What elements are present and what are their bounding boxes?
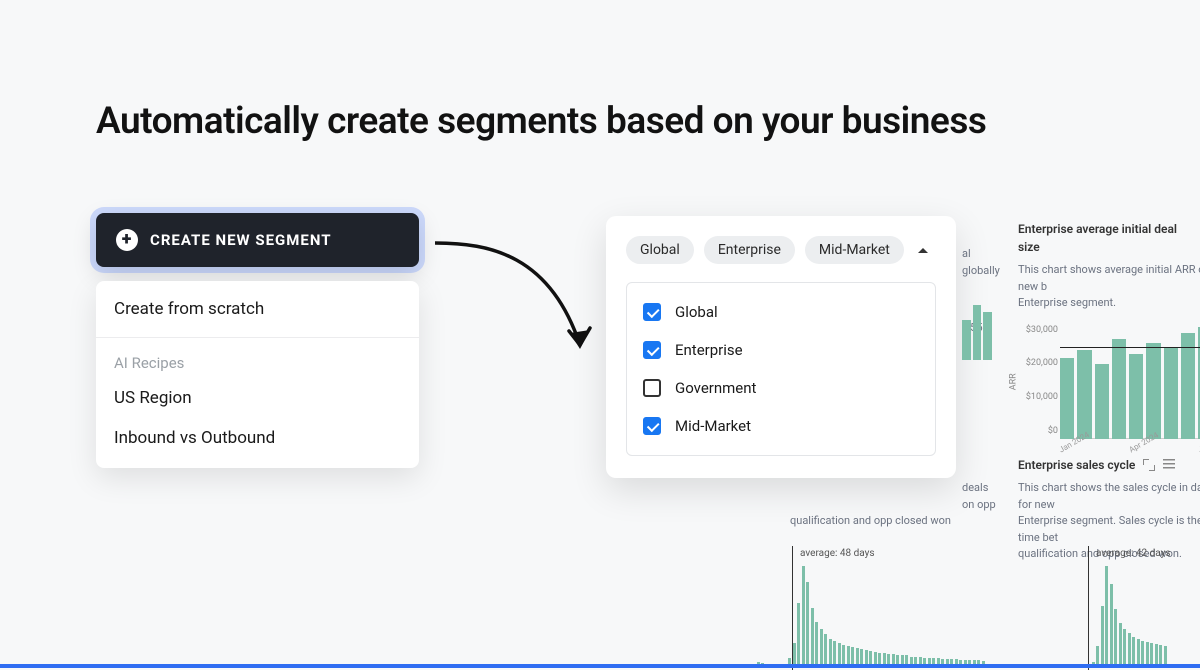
create-from-scratch-item[interactable]: Create from scratch (96, 281, 419, 337)
bg-bars-peek (962, 305, 992, 360)
option-enterprise[interactable]: Enterprise (627, 331, 935, 369)
bg-fragment: qualification and opp closed won (790, 513, 951, 530)
recipe-inbound-outbound[interactable]: Inbound vs Outbound (96, 418, 419, 468)
chip-global[interactable]: Global (626, 236, 694, 264)
avg-label: average: 42 days (1096, 548, 1171, 559)
checkbox-government[interactable] (643, 379, 661, 397)
option-label: Mid-Market (675, 417, 751, 435)
create-new-segment-button[interactable]: + CREATE NEW SEGMENT (96, 213, 419, 267)
card-sales-cycle: Enterprise sales cycle This chart shows … (1018, 456, 1200, 563)
option-government[interactable]: Government (627, 369, 935, 407)
option-label: Enterprise (675, 341, 743, 359)
create-menu: Create from scratch AI Recipes US Region… (96, 281, 419, 468)
segment-create-panel: + CREATE NEW SEGMENT Create from scratch… (96, 213, 419, 468)
chip-mid-market[interactable]: Mid-Market (805, 236, 904, 264)
expand-icon[interactable] (1143, 459, 1155, 471)
card-deal-size: Enterprise average initial deal size Thi… (1018, 220, 1200, 439)
card-desc: Enterprise segment. Sales cycle is the t… (1018, 513, 1200, 546)
deal-size-chart: ARR $30,000 $20,000 $10,000 $0 ave Jan 2… (1060, 324, 1200, 439)
bars-icon[interactable] (1163, 459, 1175, 471)
card-title: Enterprise average initial deal size (1018, 220, 1198, 256)
option-label: Global (675, 303, 718, 321)
card-desc: This chart shows the sales cycle in days… (1018, 480, 1200, 513)
arrow-icon (430, 225, 610, 385)
chip-enterprise[interactable]: Enterprise (704, 236, 795, 264)
page-title: Automatically create segments based on y… (96, 100, 986, 143)
footer-accent (0, 664, 1200, 668)
checkbox-global[interactable] (643, 303, 661, 321)
card-title: Enterprise sales cycle (1018, 456, 1135, 474)
card-desc: This chart shows average initial ARR of … (1018, 262, 1200, 295)
ai-recipes-label: AI Recipes (96, 338, 419, 378)
sales-cycle-chart-left: average: 48 days (752, 566, 1004, 666)
option-label: Government (675, 379, 756, 397)
chevron-up-icon[interactable] (918, 248, 928, 253)
recipe-us-region[interactable]: US Region (96, 378, 419, 418)
chip-row: Global Enterprise Mid-Market (626, 236, 936, 264)
option-global[interactable]: Global (627, 293, 935, 331)
bg-fragment: deals (962, 480, 1002, 497)
filter-options: Global Enterprise Government Mid-Market (626, 282, 936, 456)
plus-icon: + (116, 229, 138, 251)
bg-fragment: al globally (962, 246, 1002, 279)
option-mid-market[interactable]: Mid-Market (627, 407, 935, 445)
card-desc: Enterprise segment. (1018, 295, 1200, 312)
avg-label: average: 48 days (800, 548, 875, 559)
checkbox-mid-market[interactable] (643, 417, 661, 435)
segment-filter-popover: Global Enterprise Mid-Market Global Ente… (606, 216, 956, 478)
checkbox-enterprise[interactable] (643, 341, 661, 359)
create-button-label: CREATE NEW SEGMENT (150, 231, 332, 249)
sales-cycle-chart-right: average: 42 days (1060, 566, 1200, 666)
bg-fragment: on opp (962, 497, 996, 514)
y-axis-label: ARR (1008, 373, 1022, 390)
